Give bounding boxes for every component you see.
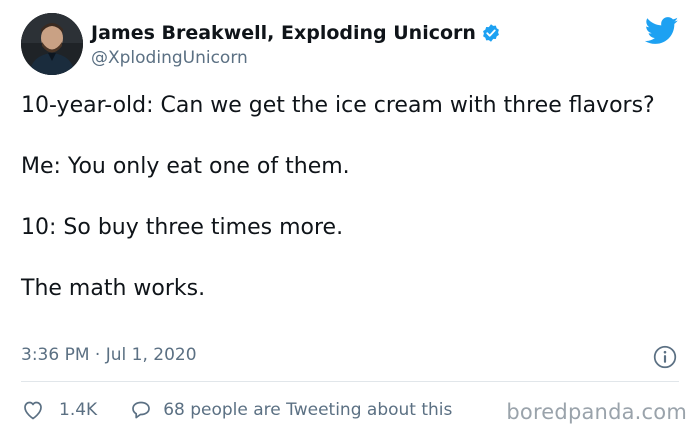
avatar[interactable] xyxy=(21,13,83,75)
tweet-line: 10-year-old: Can we get the ice cream wi… xyxy=(21,93,655,118)
author-display-name[interactable]: James Breakwell, Exploding Unicorn xyxy=(91,22,476,44)
tweet-actions: 1.4K 68 people are Tweeting about this xyxy=(21,396,452,424)
author-name-row: James Breakwell, Exploding Unicorn xyxy=(91,22,501,44)
heart-icon[interactable] xyxy=(21,398,45,422)
tweet-line: Me: You only eat one of them. xyxy=(21,154,350,179)
info-icon[interactable] xyxy=(652,344,678,370)
verified-badge-icon xyxy=(481,23,501,43)
tweet-timestamp[interactable]: 3:36 PM · Jul 1, 2020 xyxy=(21,345,197,365)
author-handle[interactable]: @XplodingUnicorn xyxy=(91,48,248,68)
tweet-line: The math works. xyxy=(21,276,206,301)
tweet-line: 10: So buy three times more. xyxy=(21,215,344,240)
avatar-photo xyxy=(21,13,83,75)
twitter-bird-icon[interactable] xyxy=(644,17,679,45)
like-count[interactable]: 1.4K xyxy=(59,400,97,420)
tweet-card: James Breakwell, Exploding Unicorn @Xplo… xyxy=(0,0,700,437)
tweeting-about-this-link[interactable]: 68 people are Tweeting about this xyxy=(163,400,452,420)
divider xyxy=(21,381,679,382)
boredpanda-watermark: boredpanda.com xyxy=(506,400,687,424)
tweet-text: 10-year-old: Can we get the ice cream wi… xyxy=(21,90,671,305)
speech-bubble-icon[interactable] xyxy=(129,398,153,422)
